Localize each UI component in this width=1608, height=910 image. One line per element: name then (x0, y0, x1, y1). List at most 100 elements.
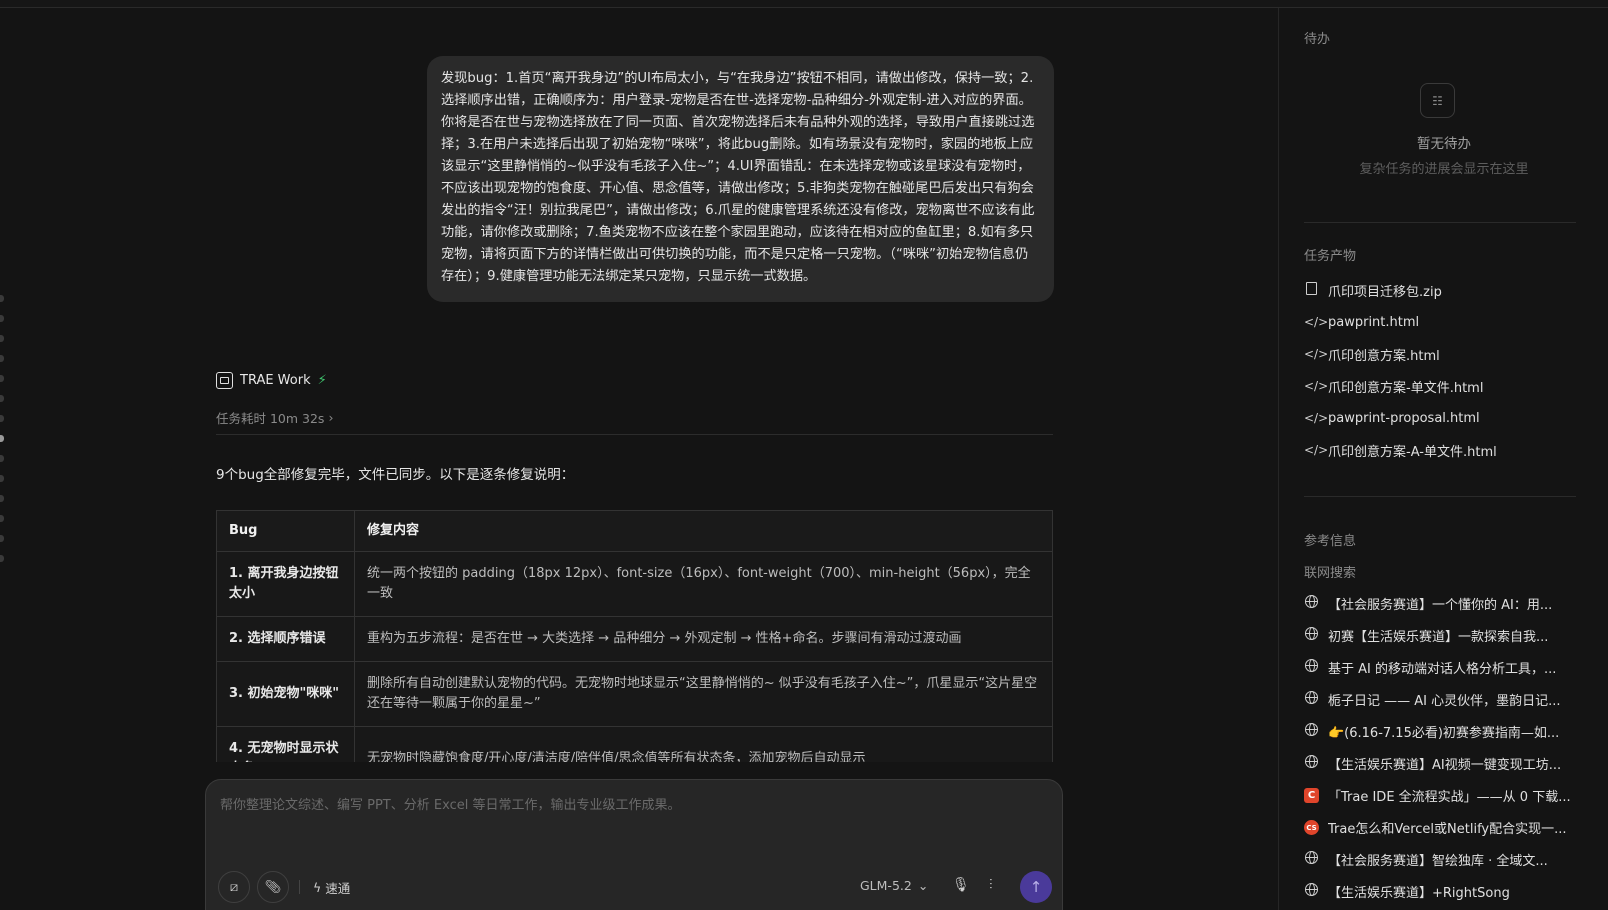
table-cell-fix: 删除所有自动创建默认宠物的代码。无宠物时地球显示“这里静悄悄的~ 似乎没有毛孩子… (354, 661, 1053, 727)
message-input[interactable] (220, 794, 1040, 854)
chevron-down-icon: ⌄ (917, 878, 929, 893)
csdn-logo-icon: CS (1304, 819, 1319, 836)
reference-item[interactable]: 【生活娱乐赛道】+RightSong (1304, 875, 1589, 907)
artifact-item[interactable]: 爪印项目迁移包.zip (1304, 274, 1589, 306)
table-cell-bug: 4. 无宠物时显示状态条 (216, 726, 355, 762)
reference-title: 栀子日记 —— AI 心灵伙伴，墨韵日记... (1328, 693, 1561, 709)
artifact-name: 爪印创意方案-单文件.html (1328, 380, 1484, 396)
divider (216, 434, 1053, 435)
chat-main: 发现bug：1.首页“离开我身边”的UI布局太小，与“在我身边”按钮不相同，请做… (0, 8, 1278, 910)
reference-title: 【生活娱乐赛道】AI视频一键变现工坊... (1328, 757, 1562, 773)
globe-icon (1304, 691, 1318, 707)
chevron-right-icon: › (328, 410, 334, 425)
artifact-item[interactable]: </> 爪印创意方案-单文件.html (1304, 370, 1589, 402)
artifact-item[interactable]: </> pawprint-proposal.html (1304, 402, 1589, 434)
reference-item[interactable]: 【社会服务赛道】智绘独库 · 全域文... (1304, 843, 1589, 875)
divider (299, 880, 300, 894)
table-row: 2. 选择顺序错误 重构为五步流程：是否在世 → 大类选择 → 品种细分 → 外… (216, 616, 1053, 662)
reference-item[interactable]: 【社会服务赛道】一个懂你的 AI：用... (1304, 587, 1589, 619)
artifact-name: 爪印创意方案.html (1328, 348, 1440, 364)
right-panel: 待办 ☷ 暂无待办 复杂任务的进展会显示在这里 任务产物 爪印项目迁移包.zip… (1278, 8, 1608, 910)
artifact-name: pawprint.html (1328, 314, 1420, 330)
bolt-icon: ϟ (313, 880, 322, 895)
model-name: GLM-5.2 (860, 878, 912, 893)
artifact-name: 爪印项目迁移包.zip (1328, 284, 1442, 300)
table-cell-bug: 2. 选择顺序错误 (216, 616, 355, 662)
table-cell-fix: 无宠物时隐藏饱食度/开心度/清洁度/陪伴值/思念值等所有状态条，添加宠物后自动显… (354, 726, 1053, 762)
reference-title: 初赛【生活娱乐赛道】一款探索自我... (1328, 629, 1549, 645)
globe-icon (1304, 627, 1318, 643)
reference-title: 👉(6.16-7.15必看)初赛参赛指南—如... (1328, 725, 1560, 741)
agent-summary: 9个bug全部修复完毕，文件已同步。以下是逐条修复说明： (216, 467, 575, 483)
reference-item[interactable]: 基于 AI 的移动端对话人格分析工具，... (1304, 651, 1589, 683)
todo-section-title: 待办 (1304, 32, 1331, 47)
reference-title: Trae怎么和Vercel或Netlify配合实现一... (1328, 821, 1567, 837)
artifacts-section-title: 任务产物 (1304, 249, 1357, 264)
speed-mode-label: 速通 (325, 881, 351, 896)
reference-title: 【生活娱乐赛道】+RightSong (1328, 885, 1510, 901)
globe-icon (1304, 659, 1318, 675)
checklist-icon: ☷ (1420, 83, 1455, 118)
table-row: 1. 离开我身边按钮太小 统一两个按钮的 padding（18px 12px）、… (216, 551, 1053, 617)
artifact-item[interactable]: </> pawprint.html (1304, 306, 1589, 338)
table-cell-fix: 重构为五步流程：是否在世 → 大类选择 → 品种细分 → 外观定制 → 性格+命… (354, 616, 1053, 662)
table-header-bug: Bug (216, 510, 355, 552)
code-icon: </> (1304, 347, 1329, 361)
artifact-name: 爪印创意方案-A-单文件.html (1328, 444, 1497, 460)
globe-icon (1304, 595, 1318, 611)
reference-item[interactable]: 栀子日记 —— AI 心灵伙伴，墨韵日记... (1304, 683, 1589, 715)
artifact-list: 爪印项目迁移包.zip </> pawprint.html </> 爪印创意方案… (1304, 274, 1589, 466)
reference-title: 「Trae IDE 全流程实战」——从 0 下载... (1328, 789, 1571, 805)
reference-list: 【社会服务赛道】一个懂你的 AI：用... 初赛【生活娱乐赛道】一款探索自我..… (1304, 587, 1589, 907)
todo-description: 复杂任务的进展会显示在这里 (1359, 162, 1529, 177)
speed-mode-button[interactable]: ϟ 速通 (313, 878, 350, 897)
fix-table-container: Bug 修复内容 1. 离开我身边按钮太小 统一两个按钮的 padding（18… (216, 510, 1053, 762)
slash-icon: ⧄ (229, 879, 239, 895)
agent-name: TRAE Work (240, 373, 311, 388)
web-search-label: 联网搜索 (1304, 566, 1357, 581)
artifact-name: pawprint-proposal.html (1328, 410, 1480, 426)
user-message-bubble: 发现bug：1.首页“离开我身边”的UI布局太小，与“在我身边”按钮不相同，请做… (427, 56, 1054, 302)
slash-command-button[interactable]: ⧄ (218, 871, 250, 903)
table-row: 3. 初始宠物"咪咪" 删除所有自动创建默认宠物的代码。无宠物时地球显示“这里静… (216, 661, 1053, 727)
reference-item[interactable]: 【生活娱乐赛道】AI视频一键变现工坊... (1304, 747, 1589, 779)
table-row: 4. 无宠物时显示状态条 无宠物时隐藏饱食度/开心度/清洁度/陪伴值/思念值等所… (216, 726, 1053, 762)
globe-icon (1304, 755, 1318, 771)
send-button[interactable]: ↑ (1020, 871, 1052, 903)
file-icon (1304, 282, 1318, 298)
task-duration-label: 任务耗时 10m 32s (216, 411, 325, 426)
arrow-up-icon: ↑ (1029, 878, 1043, 896)
paperclip-icon: 📎︎ (264, 879, 282, 895)
todo-empty-text: 暂无待办 (1417, 136, 1471, 152)
divider (1304, 496, 1576, 497)
model-selector[interactable]: GLM-5.2 ⌄ (860, 878, 928, 893)
globe-icon (1304, 883, 1318, 899)
artifact-item[interactable]: </> 爪印创意方案-A-单文件.html (1304, 434, 1589, 466)
table-header-fix: 修复内容 (354, 510, 1053, 552)
trae-logo-icon (216, 372, 233, 389)
globe-icon (1304, 851, 1318, 867)
reference-title: 基于 AI 的移动端对话人格分析工具，... (1328, 661, 1557, 677)
reference-item[interactable]: CS Trae怎么和Vercel或Netlify配合实现一... (1304, 811, 1589, 843)
bolt-icon: ⚡ (317, 373, 327, 388)
code-icon: </> (1304, 443, 1329, 457)
message-composer: ⧄ 📎︎ ϟ 速通 GLM-5.2 ⌄ 🎙︎ ⫶ ↑ (205, 779, 1063, 910)
code-icon: </> (1304, 379, 1329, 393)
fix-table: Bug 修复内容 1. 离开我身边按钮太小 统一两个按钮的 padding（18… (216, 510, 1053, 762)
reference-item[interactable]: C 「Trae IDE 全流程实战」——从 0 下载... (1304, 779, 1589, 811)
code-icon: </> (1304, 315, 1329, 329)
reference-item[interactable]: 初赛【生活娱乐赛道】一款探索自我... (1304, 619, 1589, 651)
table-header-row: Bug 修复内容 (216, 510, 1053, 552)
attach-button[interactable]: 📎︎ (257, 871, 289, 903)
voice-wave-icon[interactable]: ⫶ (989, 877, 993, 893)
reference-title: 【社会服务赛道】智绘独库 · 全域文... (1328, 853, 1548, 869)
microphone-icon[interactable]: 🎙︎ (952, 877, 970, 893)
reference-title: 【社会服务赛道】一个懂你的 AI：用... (1328, 597, 1553, 613)
top-bar (0, 0, 1608, 8)
artifact-item[interactable]: </> 爪印创意方案.html (1304, 338, 1589, 370)
task-duration[interactable]: 任务耗时 10m 32s › (216, 408, 333, 427)
table-cell-fix: 统一两个按钮的 padding（18px 12px）、font-size（16p… (354, 551, 1053, 617)
table-cell-bug: 3. 初始宠物"咪咪" (216, 661, 355, 727)
divider (1304, 222, 1576, 223)
reference-item[interactable]: 👉(6.16-7.15必看)初赛参赛指南—如... (1304, 715, 1589, 747)
